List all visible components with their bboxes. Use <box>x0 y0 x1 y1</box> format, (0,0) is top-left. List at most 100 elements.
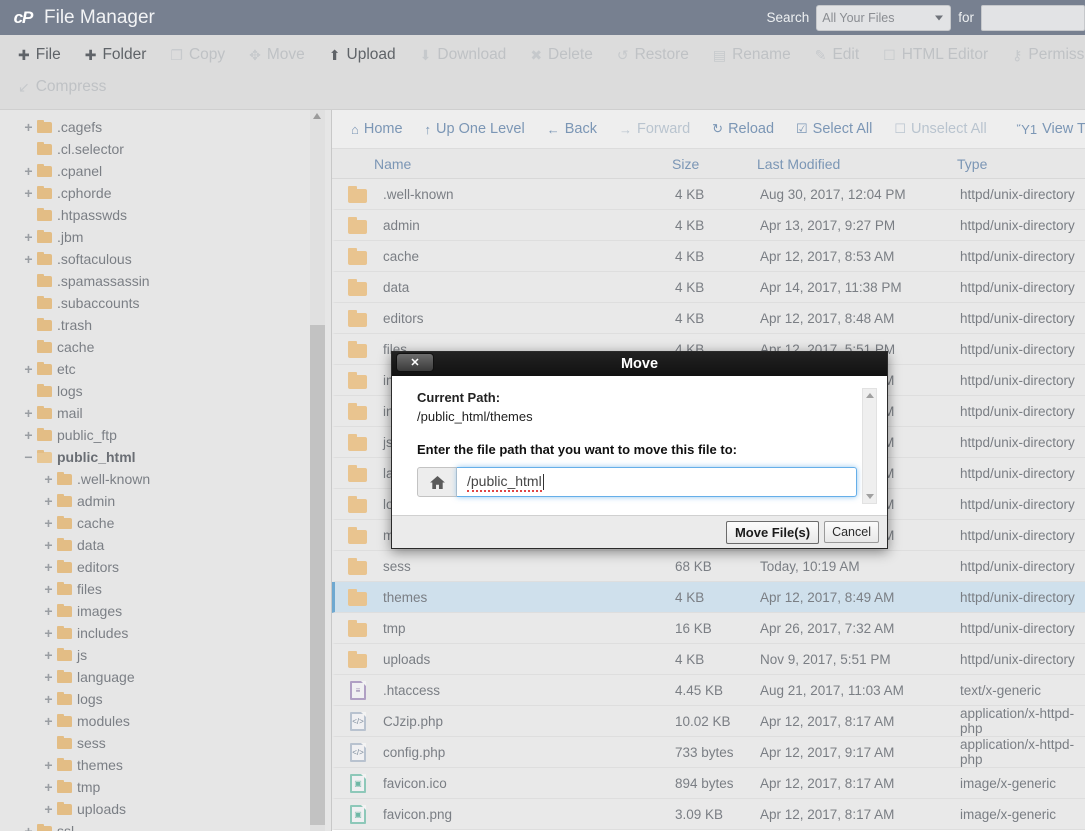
toolbar-file-button[interactable]: ✚File <box>6 39 73 71</box>
expand-icon[interactable]: + <box>42 581 55 597</box>
table-row[interactable]: </>CJzip.php10.02 KBApr 12, 2017, 8:17 A… <box>332 706 1085 737</box>
tree-node-uploads[interactable]: +uploads <box>0 798 331 820</box>
tree-node-files[interactable]: +files <box>0 578 331 600</box>
expand-icon[interactable]: + <box>42 471 55 487</box>
expand-icon[interactable]: + <box>42 515 55 531</box>
modal-scrollbar[interactable] <box>862 388 877 504</box>
tree-node-dot-htpasswds[interactable]: .htpasswds <box>0 204 331 226</box>
expand-icon[interactable]: + <box>22 229 35 245</box>
tree-node-dot-well-known[interactable]: +.well-known <box>0 468 331 490</box>
table-row[interactable]: admin4 KBApr 13, 2017, 9:27 PMhttpd/unix… <box>332 210 1085 241</box>
expand-icon[interactable]: + <box>42 779 55 795</box>
nav-reload-button[interactable]: ↻Reload <box>701 114 785 144</box>
tree-node-dot-cphorde[interactable]: +.cphorde <box>0 182 331 204</box>
tree-node-public_ftp[interactable]: +public_ftp <box>0 424 331 446</box>
tree-node-cache[interactable]: cache <box>0 336 331 358</box>
nav-select-all-button[interactable]: ☑Select All <box>785 114 883 144</box>
expand-icon[interactable]: + <box>22 427 35 443</box>
table-row[interactable]: tmp16 KBApr 26, 2017, 7:32 AMhttpd/unix-… <box>332 613 1085 644</box>
close-icon[interactable]: ✕ <box>396 353 434 372</box>
column-header-last-modified[interactable]: Last Modified <box>757 156 957 172</box>
scroll-up-arrow-icon[interactable] <box>866 393 874 398</box>
expand-icon[interactable]: + <box>22 405 35 421</box>
expand-icon[interactable]: + <box>22 251 35 267</box>
expand-icon[interactable]: + <box>22 119 35 135</box>
expand-icon[interactable]: + <box>42 713 55 729</box>
expand-icon[interactable]: + <box>22 823 35 831</box>
tree-node-images[interactable]: +images <box>0 600 331 622</box>
tree-node-includes[interactable]: +includes <box>0 622 331 644</box>
tree-node-themes[interactable]: +themes <box>0 754 331 776</box>
collapse-icon[interactable]: − <box>22 449 35 465</box>
home-icon[interactable] <box>417 467 457 497</box>
scroll-up-arrow-icon[interactable] <box>313 113 321 119</box>
tree-node-editors[interactable]: +editors <box>0 556 331 578</box>
tree-node-js[interactable]: +js <box>0 644 331 666</box>
cancel-button[interactable]: Cancel <box>824 521 879 543</box>
tree-node-dot-spamassassin[interactable]: .spamassassin <box>0 270 331 292</box>
search-scope-select[interactable]: All Your Files <box>816 5 951 31</box>
tree-node-etc[interactable]: +etc <box>0 358 331 380</box>
move-path-input[interactable]: /public_html <box>457 467 857 497</box>
tree-node-dot-cl.selector[interactable]: .cl.selector <box>0 138 331 160</box>
scroll-down-arrow-icon[interactable] <box>866 494 874 499</box>
tree-node-dot-subaccounts[interactable]: .subaccounts <box>0 292 331 314</box>
expand-icon[interactable]: + <box>42 801 55 817</box>
move-path-input-group: /public_html <box>417 467 857 497</box>
tree-node-dot-cpanel[interactable]: +.cpanel <box>0 160 331 182</box>
nav-home-button[interactable]: ⌂Home <box>340 114 414 144</box>
tree-node-logs[interactable]: logs <box>0 380 331 402</box>
tree-node-label: modules <box>77 713 130 729</box>
expand-icon[interactable]: + <box>42 757 55 773</box>
table-row[interactable]: data4 KBApr 14, 2017, 11:38 PMhttpd/unix… <box>332 272 1085 303</box>
table-row[interactable]: ≡.htaccess4.45 KBAug 21, 2017, 11:03 AMt… <box>332 675 1085 706</box>
move-files-button[interactable]: Move File(s) <box>726 521 819 544</box>
expand-icon[interactable]: + <box>42 669 55 685</box>
sidebar-scrollbar-thumb[interactable] <box>310 325 325 825</box>
expand-icon[interactable]: + <box>42 603 55 619</box>
expand-icon[interactable]: + <box>42 625 55 641</box>
table-row[interactable]: ▣favicon.png3.09 KBApr 12, 2017, 8:17 AM… <box>332 799 1085 830</box>
table-row[interactable]: cache4 KBApr 12, 2017, 8:53 AMhttpd/unix… <box>332 241 1085 272</box>
tree-node-language[interactable]: +language <box>0 666 331 688</box>
tree-node-public_html[interactable]: −public_html <box>0 446 331 468</box>
tree-node-modules[interactable]: + modules <box>0 710 331 732</box>
tree-node-dot-cagefs[interactable]: +.cagefs <box>0 116 331 138</box>
expand-icon[interactable]: + <box>42 493 55 509</box>
column-header-name[interactable]: Name <box>332 156 672 172</box>
expand-icon[interactable]: + <box>42 647 55 663</box>
table-row[interactable]: sess68 KBToday, 10:19 AMhttpd/unix-direc… <box>332 551 1085 582</box>
tree-node-sess[interactable]: sess <box>0 732 331 754</box>
expand-icon[interactable]: + <box>22 361 35 377</box>
expand-icon[interactable]: + <box>42 559 55 575</box>
tree-node-dot-trash[interactable]: .trash <box>0 314 331 336</box>
tree-node-ssl[interactable]: +ssl <box>0 820 331 831</box>
tree-node-mail[interactable]: +mail <box>0 402 331 424</box>
column-header-size[interactable]: Size <box>672 156 757 172</box>
tree-node-dot-jbm[interactable]: +.jbm <box>0 226 331 248</box>
sidebar-scrollbar[interactable] <box>310 110 325 831</box>
tree-node-logs[interactable]: +logs <box>0 688 331 710</box>
table-row[interactable]: themes4 KBApr 12, 2017, 8:49 AMhttpd/uni… <box>332 582 1085 613</box>
expand-icon[interactable]: + <box>22 163 35 179</box>
table-row[interactable]: editors4 KBApr 12, 2017, 8:48 AMhttpd/un… <box>332 303 1085 334</box>
tree-node-cache[interactable]: +cache <box>0 512 331 534</box>
table-row[interactable]: </>config.php733 bytesApr 12, 2017, 9:17… <box>332 737 1085 768</box>
column-header-type[interactable]: Type <box>957 156 1085 172</box>
tree-node-dot-softaculous[interactable]: +.softaculous <box>0 248 331 270</box>
nav-back-button[interactable]: ←Back <box>536 114 608 144</box>
expand-icon[interactable]: + <box>22 185 35 201</box>
tree-node-admin[interactable]: +admin <box>0 490 331 512</box>
search-input[interactable] <box>981 5 1085 31</box>
tree-node-tmp[interactable]: +tmp <box>0 776 331 798</box>
table-row[interactable]: ▣favicon.ico894 bytesApr 12, 2017, 8:17 … <box>332 768 1085 799</box>
tree-node-data[interactable]: +data <box>0 534 331 556</box>
nav-up-one-level-button[interactable]: ↑Up One Level <box>414 114 536 144</box>
expand-icon[interactable]: + <box>42 537 55 553</box>
nav-view-trash-button[interactable]: Ὕ1View Trash <box>1006 114 1085 144</box>
table-row[interactable]: uploads4 KBNov 9, 2017, 5:51 PMhttpd/uni… <box>332 644 1085 675</box>
toolbar-folder-button[interactable]: ✚Folder <box>73 39 159 71</box>
table-row[interactable]: .well-known4 KBAug 30, 2017, 12:04 PMhtt… <box>332 179 1085 210</box>
toolbar-upload-button[interactable]: ⬆Upload <box>317 39 408 71</box>
expand-icon[interactable]: + <box>42 691 55 707</box>
